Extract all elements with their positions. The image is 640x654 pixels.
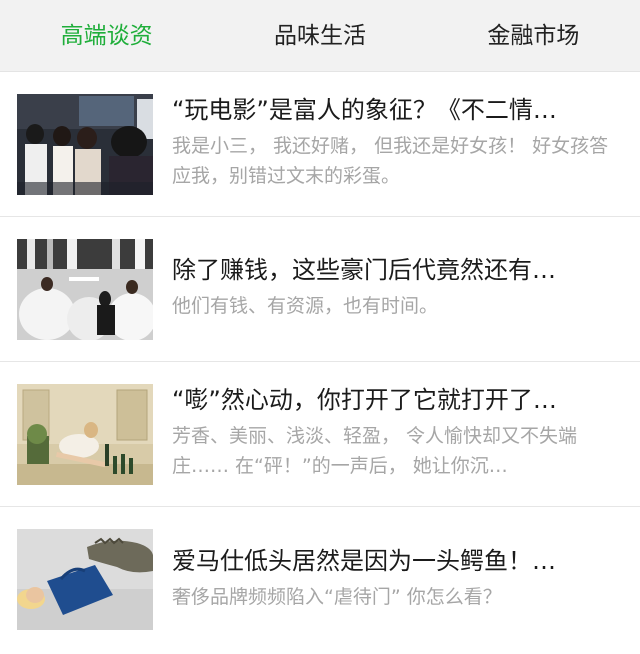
article-title: 除了赚钱，这些豪门后代竟然还有… — [172, 256, 556, 284]
article-title: “玩电影”是富人的象征？《不二情… — [172, 96, 557, 124]
tab-high-end-talk[interactable]: 高端谈资 — [0, 0, 213, 72]
article-item[interactable]: “嘭”然心动，你打开了它就打开了… 芳香、美丽、浅淡、轻盈， 令人愉快却又不失端… — [0, 362, 640, 507]
article-title: 爱马仕低头居然是因为一头鳄鱼！… — [172, 546, 556, 575]
article-list: “玩电影”是富人的象征？《不二情… 我是小三， 我还好赌， 但我还是好女孩！ 好… — [0, 72, 640, 652]
article-title: “嘭”然心动，你打开了它就打开了… — [172, 386, 557, 414]
article-item[interactable]: “玩电影”是富人的象征？《不二情… 我是小三， 我还好赌， 但我还是好女孩！ 好… — [0, 72, 640, 217]
article-item[interactable]: 爱马仕低头居然是因为一头鳄鱼！… 奢侈品牌频频陷入“虐待门” 你怎么看？ — [0, 507, 640, 652]
article-description: 我是小三， 我还好赌， 但我还是好女孩！ 好女孩答应我，别错过文末的彩蛋。 — [172, 135, 609, 187]
tab-financial-market[interactable]: 金融市场 — [427, 0, 640, 72]
article-thumbnail — [17, 93, 153, 195]
article-thumbnail — [17, 383, 153, 485]
article-description: 奢侈品牌频频陷入“虐待门” 你怎么看？ — [172, 585, 502, 608]
article-item[interactable]: 除了赚钱，这些豪门后代竟然还有… 他们有钱、有资源，也有时间。 — [0, 217, 640, 362]
article-description: 他们有钱、有资源，也有时间。 — [172, 295, 439, 317]
tab-taste-life[interactable]: 品味生活 — [213, 0, 426, 72]
article-description: 芳香、美丽、浅淡、轻盈， 令人愉快却又不失端庄…… 在“砰！”的一声后， 她让你… — [172, 425, 578, 477]
article-thumbnail — [17, 238, 153, 340]
tab-bar: 高端谈资 品味生活 金融市场 — [0, 0, 640, 72]
article-thumbnail — [17, 529, 153, 630]
